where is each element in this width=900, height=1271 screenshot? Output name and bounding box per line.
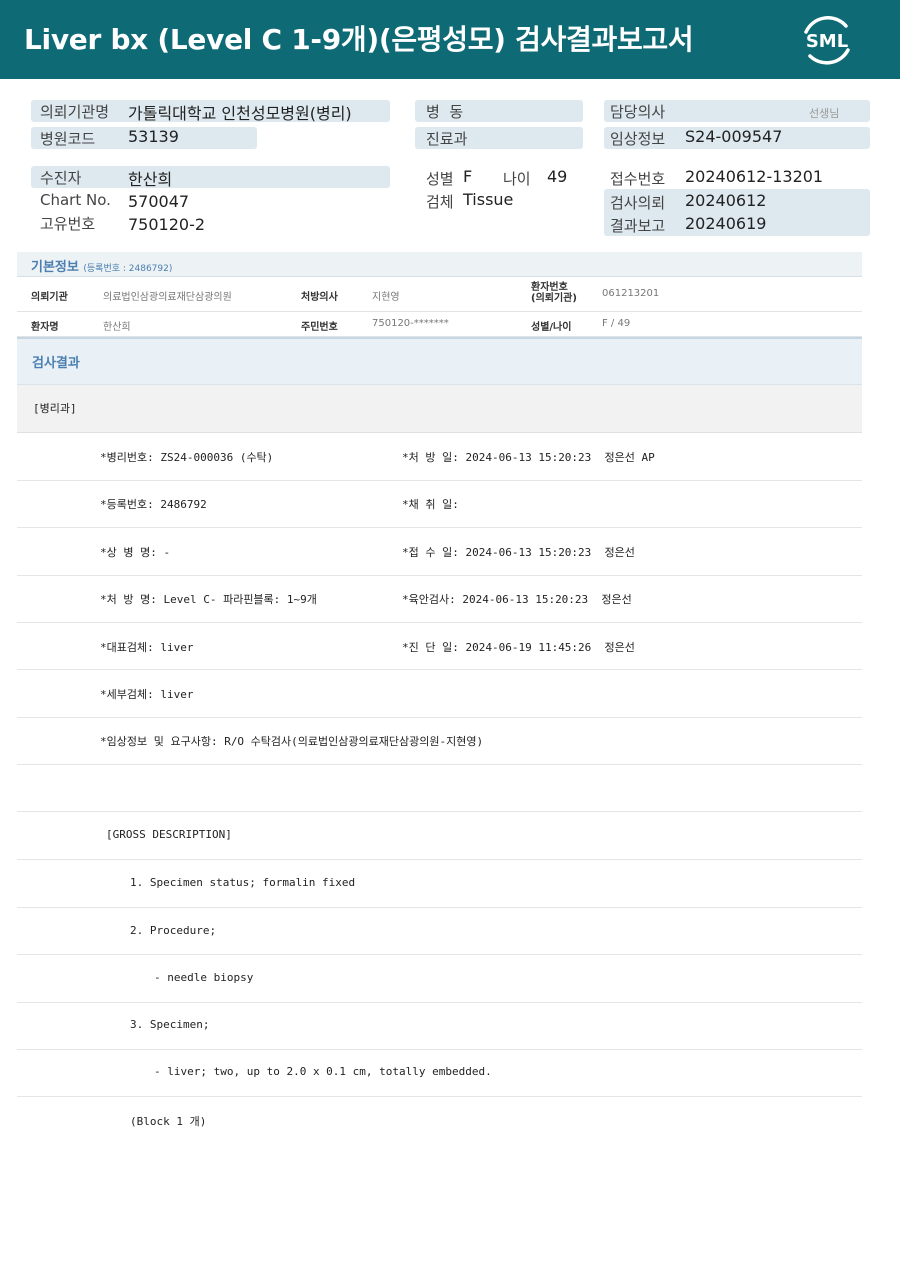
specimen-value: Tissue — [463, 190, 514, 209]
clinical-info-request: *임상정보 및 요구사항: R/O 수탁검사(의료법인삼광의료재단삼광의원-지현… — [100, 735, 484, 748]
diagnosis-date: *진 단 일: 2024-06-19 11:45:26 정은선 — [402, 641, 635, 654]
hospital-code-value: 53139 — [128, 127, 179, 146]
patient-label: 수진자 — [40, 169, 82, 187]
result-row — [17, 955, 862, 1003]
chart-value: 570047 — [128, 192, 190, 211]
report-value: 20240619 — [685, 214, 767, 233]
prescription-date: *처 방 일: 2024-06-13 15:20:23 정은선 AP — [402, 451, 655, 464]
gross-line: (Block 1 개) — [130, 1115, 207, 1128]
sml-logo-icon: SML — [804, 16, 850, 65]
prescription-name: *처 방 명: Level C- 파라핀블록: 1~9개 — [100, 593, 317, 606]
patient-value: 한산희 — [128, 170, 173, 189]
clinical-value: S24-009547 — [685, 127, 783, 146]
dept-label: 진료과 — [426, 130, 468, 148]
basic-info-title-text: 기본정보 — [31, 260, 79, 275]
basic-info-subtitle: (등록번호 : 2486792) — [83, 264, 173, 274]
unique-label: 고유번호 — [40, 215, 96, 233]
representative-specimen: *대표검체: liver — [100, 641, 194, 654]
name-label: 환자명 — [31, 322, 59, 333]
sexage-label: 성별/나이 — [531, 322, 572, 333]
diagnosis-name: *상 병 명: - — [100, 546, 171, 559]
pid-label-line1: 환자번호 — [531, 282, 568, 293]
doctor-label: 담당의사 — [610, 103, 666, 121]
basic-info-header: 기본정보 (등록번호 : 2486792) — [17, 252, 862, 277]
age-label: 나이 — [503, 170, 531, 188]
sex-value: F — [463, 167, 473, 186]
chart-label: Chart No. — [40, 191, 111, 209]
hospital-code-label: 병원코드 — [40, 130, 96, 148]
report-label: 결과보고 — [610, 217, 666, 235]
basic-info-row: 환자명 한산희 주민번호 750120-******* 성별/나이 F / 49 — [17, 312, 862, 337]
pid-label-line2: (의뢰기관) — [531, 293, 577, 304]
report-title: Liver bx (Level C 1-9개)(은평성모) 검사결과보고서 — [24, 23, 694, 56]
request-value: 20240612 — [685, 191, 767, 210]
registration-number: *등록번호: 2486792 — [100, 498, 207, 511]
clinical-label: 임상정보 — [610, 130, 666, 148]
presc-value: 지현영 — [372, 292, 400, 303]
request-label: 검사의뢰 — [610, 194, 666, 212]
results-title: 검사결과 — [32, 356, 80, 371]
gross-description-heading: [GROSS DESCRIPTION] — [106, 828, 232, 841]
gross-line: 3. Specimen; — [130, 1018, 210, 1031]
age-value: 49 — [547, 167, 568, 186]
gross-exam-date: *육안검사: 2024-06-13 15:20:23 정은선 — [402, 593, 632, 606]
sexage-value: F / 49 — [602, 318, 631, 329]
detail-specimen: *세부검체: liver — [100, 688, 194, 701]
unique-value: 750120-2 — [128, 215, 206, 234]
patient-bar — [31, 166, 390, 188]
sex-label: 성별 — [426, 170, 454, 188]
department-label: [병리과] — [33, 402, 77, 415]
gross-line: - needle biopsy — [154, 971, 254, 984]
receipt-value: 20240612-13201 — [685, 167, 824, 186]
inst-value: 의료법인삼광의료재단삼광의원 — [103, 292, 232, 303]
basic-info-title: 기본정보 (등록번호 : 2486792) — [31, 256, 172, 275]
presc-label: 처방의사 — [301, 292, 338, 303]
logo-text: SML — [806, 31, 848, 52]
collection-date: *채 취 일: — [402, 498, 459, 511]
pid-value: 061213201 — [602, 288, 660, 299]
institution-value: 가톨릭대학교 인천성모병원(병리) — [128, 104, 352, 123]
pathology-number: *병리번호: ZS24-000036 (수탁) — [100, 451, 274, 464]
report-header: Liver bx (Level C 1-9개)(은평성모) 검사결과보고서 SM… — [0, 0, 900, 79]
receipt-label: 접수번호 — [610, 170, 666, 188]
institution-label: 의뢰기관명 — [40, 103, 110, 121]
department-row: [병리과] — [17, 385, 862, 433]
gross-line: - liver; two, up to 2.0 x 0.1 cm, totall… — [154, 1065, 492, 1078]
gross-line: 1. Specimen status; formalin fixed — [130, 876, 356, 889]
rrn-label: 주민번호 — [301, 322, 338, 333]
results-header: 검사결과 — [17, 337, 862, 385]
rrn-value: 750120-******* — [372, 318, 449, 329]
pid-label: 환자번호 (의뢰기관) — [531, 282, 577, 304]
specimen-label: 검체 — [426, 193, 454, 211]
receipt-date: *접 수 일: 2024-06-13 15:20:23 정은선 — [402, 546, 635, 559]
basic-info-row: 의뢰기관 의료법인삼광의료재단삼광의원 처방의사 지현영 환자번호 (의뢰기관)… — [17, 277, 862, 312]
gross-line: 2. Procedure; — [130, 924, 217, 937]
ward-label: 병 동 — [426, 103, 464, 121]
inst-label: 의뢰기관 — [31, 292, 68, 303]
doctor-suffix: 선생님 — [809, 107, 840, 120]
name-value: 한산희 — [103, 322, 131, 333]
result-row — [17, 765, 862, 812]
